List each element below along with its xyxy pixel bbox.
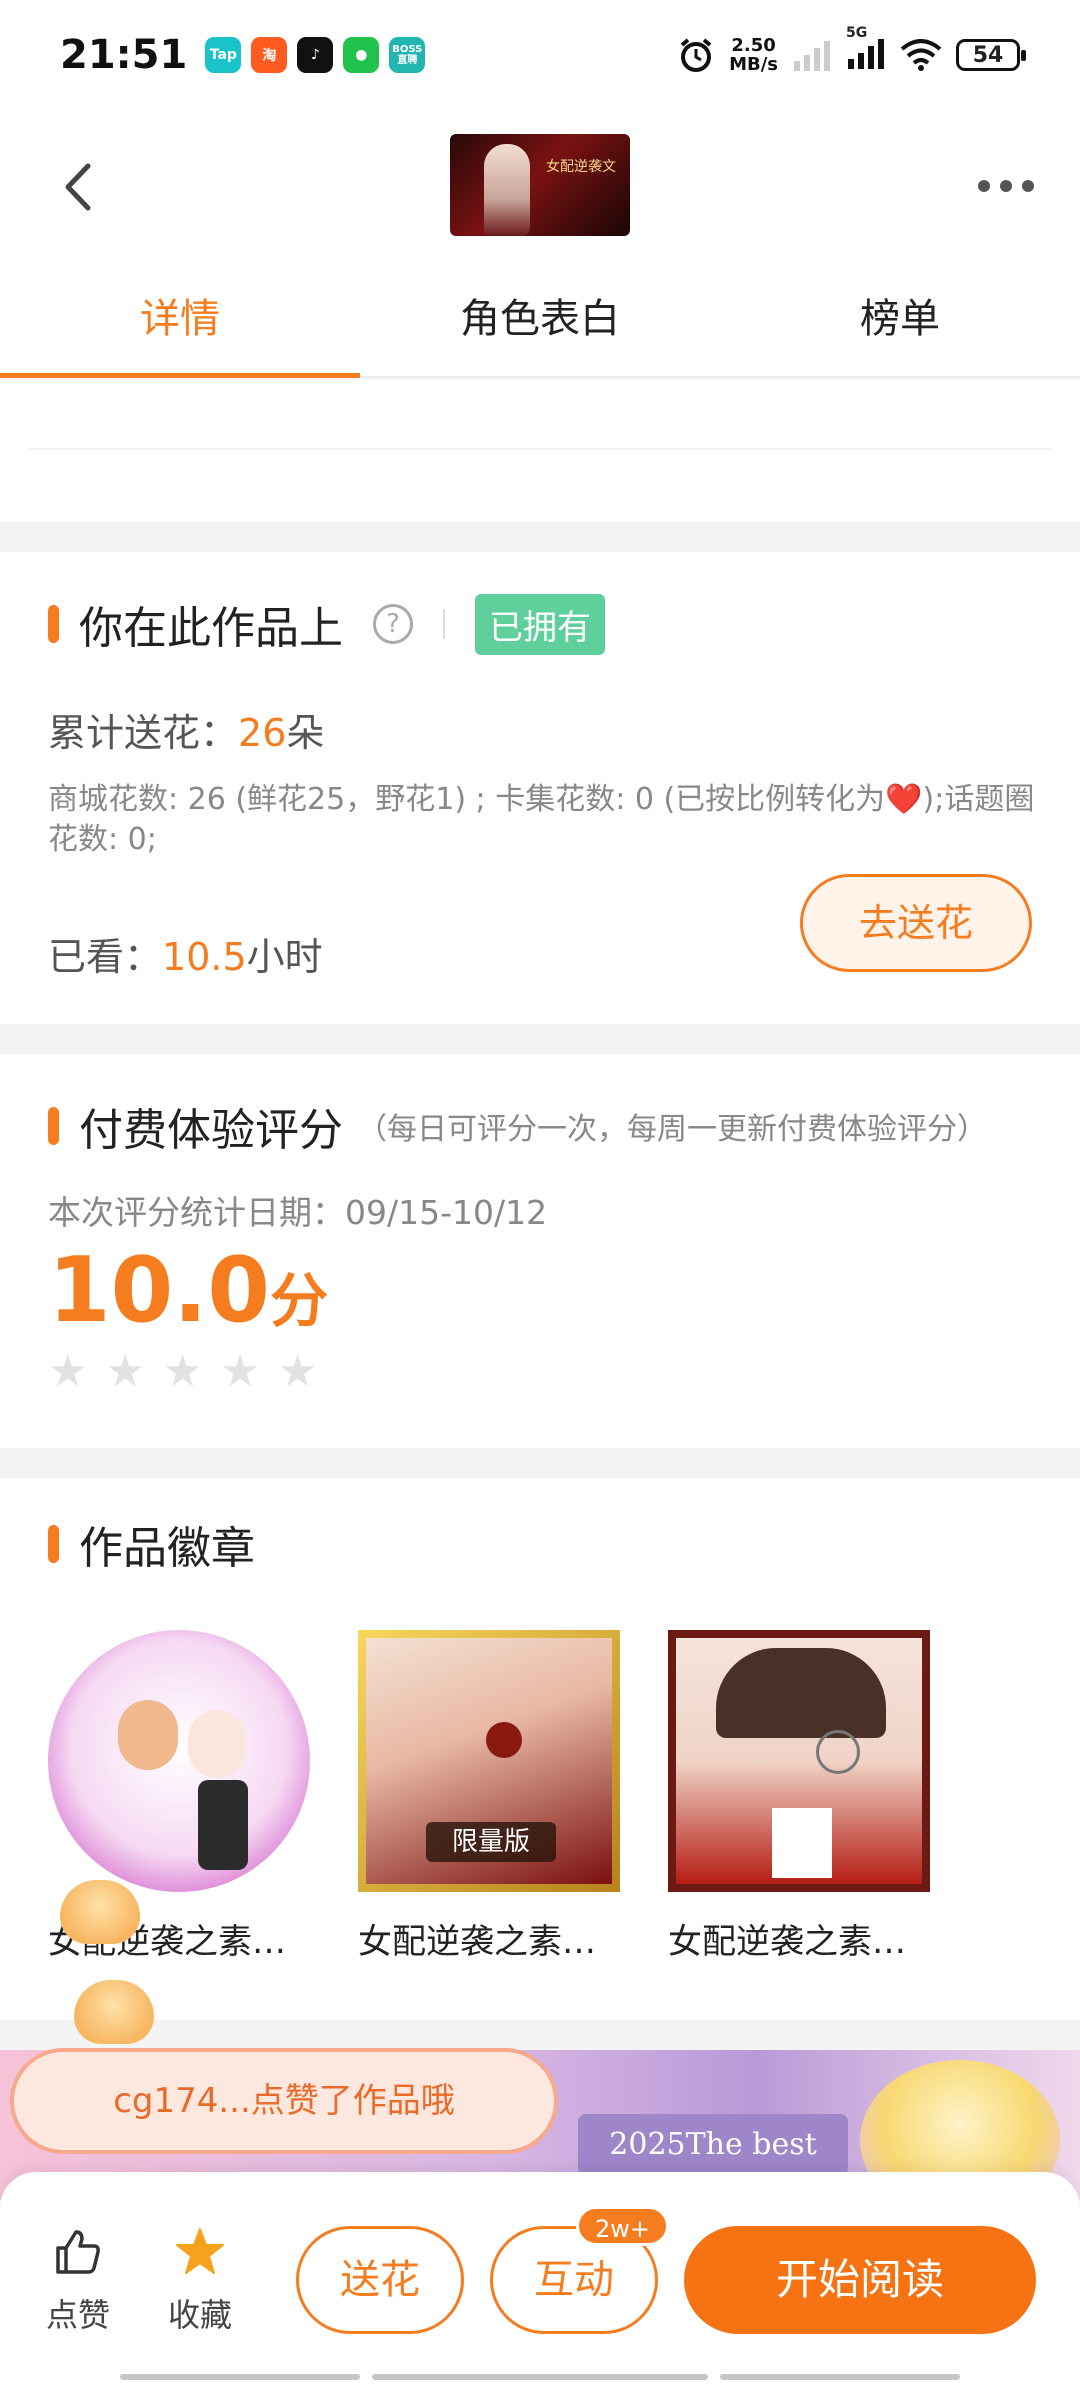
section-marker [48, 1525, 59, 1563]
send-flowers-button[interactable]: 去送花 [800, 874, 1032, 972]
badge-image [48, 1630, 310, 1892]
gesture-bar [120, 2374, 360, 2380]
badge-name: 女配逆袭之素… [668, 1922, 906, 1962]
flowers-total: 累计送花：26朵 [48, 702, 324, 757]
gesture-bar [720, 2374, 960, 2380]
favorite-button[interactable]: 收藏 [150, 2222, 250, 2336]
help-icon[interactable]: ? [373, 604, 413, 644]
star-icon[interactable]: ★ [163, 1346, 202, 1397]
owned-badge: 已拥有 [475, 593, 605, 655]
rating-note: （每日可评分一次，每周一更新付费体验评分） [357, 1112, 987, 1147]
star-icon[interactable]: ★ [105, 1346, 144, 1397]
book-cover-thumbnail[interactable]: 女配逆袭文 [450, 134, 630, 236]
watched-unit: 小时 [246, 935, 323, 979]
favorite-label: 收藏 [167, 2296, 232, 2334]
rating-title: 付费体验评分 [79, 1105, 343, 1156]
status-time: 21:51 [60, 32, 188, 78]
tab-character-confession[interactable]: 角色表白 [360, 260, 720, 376]
bottom-action-bar: 点赞 收藏 送花 互动 2w+ 开始阅读 [0, 2172, 1080, 2388]
signal-5g-label: 5G [846, 25, 868, 41]
content-top-remnant [0, 380, 1080, 522]
watched-value: 10.5 [162, 935, 247, 979]
battery-indicator: 54 [956, 39, 1026, 71]
ownership-title-row: 你在此作品上 ? 已拥有 [48, 592, 605, 656]
more-options-icon[interactable] [978, 180, 1034, 192]
network-speed-value: 2.50 [731, 35, 776, 56]
badge-item[interactable]: 女配逆袭之素… [668, 1630, 930, 1963]
badges-title-row: 作品徽章 [48, 1512, 255, 1576]
like-label: 点赞 [45, 2296, 110, 2334]
give-flower-button[interactable]: 送花 [296, 2226, 464, 2334]
flowers-value: 26 [238, 711, 287, 755]
badge-image: 限量版 [358, 1630, 620, 1892]
watched-time: 已看：10.5小时 [48, 926, 323, 981]
status-right: 2.50 MB/s 5G 54 [677, 25, 1026, 74]
banner-text: 2025The best [578, 2114, 848, 2176]
rating-date: 本次评分统计日期：09/15-10/12 [48, 1193, 548, 1232]
interact-count-badge: 2w+ [576, 2206, 670, 2246]
status-bar: 21:51 Tap 淘 ♪ ● BOSS直聘 2.50 MB/s 5G 54 [0, 0, 1080, 110]
signal-weak-icon [794, 41, 830, 71]
rating-title-row: 付费体验评分 （每日可评分一次，每周一更新付费体验评分） [48, 1094, 987, 1158]
rating-score: 10.0分 [48, 1238, 328, 1343]
rating-score-value: 10.0 [48, 1238, 271, 1343]
signal-5g: 5G [846, 25, 886, 73]
badge-list: 女配逆袭之素… 限量版 女配逆袭之素… 女配逆袭之素… [48, 1630, 930, 1963]
badges-title: 作品徽章 [79, 1523, 255, 1574]
limited-tag: 限量版 [426, 1822, 556, 1862]
tab-bar: 详情 角色表白 榜单 [0, 260, 1080, 378]
flowers-detail: 商城花数: 26 (鲜花25，野花1) ; 卡集花数: 0 (已按比例转化为❤️… [48, 782, 1035, 857]
badge-name: 女配逆袭之素… [358, 1922, 596, 1962]
like-button[interactable]: 点赞 [28, 2222, 128, 2336]
signal-strong-icon [848, 39, 884, 69]
flowers-unit: 朵 [286, 711, 325, 755]
cover-title: 女配逆袭文 [546, 159, 616, 175]
mascot-sticker [60, 1880, 140, 1944]
tiktok-app-icon: ♪ [297, 37, 334, 73]
thumbs-up-icon [56, 2230, 100, 2274]
ownership-title: 你在此作品上 [79, 603, 343, 654]
divider [443, 609, 445, 639]
like-toast: cg174...点赞了作品哦 [10, 2048, 558, 2154]
network-speed: 2.50 MB/s [729, 36, 778, 74]
header: 女配逆袭文 [0, 110, 1080, 260]
wifi-icon [900, 39, 942, 71]
badge-item[interactable]: 限量版 女配逆袭之素… [358, 1630, 620, 1963]
star-icon[interactable]: ★ [220, 1346, 259, 1397]
watched-label: 已看： [48, 935, 163, 979]
mascot-sticker [74, 1980, 154, 2044]
star-icon[interactable]: ★ [48, 1346, 87, 1397]
star-favorite-icon [176, 2228, 224, 2274]
ownership-card: 你在此作品上 ? 已拥有 累计送花：26朵 商城花数: 26 (鲜花25，野花1… [0, 552, 1080, 1024]
cover-figure [484, 144, 530, 236]
section-marker [48, 605, 59, 643]
rating-card: 付费体验评分 （每日可评分一次，每周一更新付费体验评分） 本次评分统计日期：09… [0, 1054, 1080, 1448]
gesture-bar [372, 2374, 708, 2380]
badge-image [668, 1630, 930, 1892]
tab-ranking[interactable]: 榜单 [720, 260, 1080, 376]
flowers-label: 累计送花： [48, 711, 239, 755]
alarm-icon [680, 38, 712, 72]
rating-stars[interactable]: ★ ★ ★ ★ ★ [48, 1346, 317, 1397]
start-reading-button[interactable]: 开始阅读 [684, 2226, 1036, 2334]
network-speed-unit: MB/s [729, 54, 778, 75]
tab-details[interactable]: 详情 [0, 260, 360, 378]
back-arrow-icon[interactable] [60, 162, 96, 212]
star-icon[interactable]: ★ [278, 1346, 317, 1397]
rating-score-unit: 分 [270, 1267, 329, 1335]
tap-app-icon: Tap [205, 37, 242, 73]
wechat-app-icon: ● [343, 37, 380, 73]
page: 21:51 Tap 淘 ♪ ● BOSS直聘 2.50 MB/s 5G 54 女… [0, 0, 1080, 2388]
boss-app-icon: BOSS直聘 [389, 37, 426, 73]
section-marker [48, 1107, 59, 1145]
taobao-app-icon: 淘 [251, 37, 288, 73]
